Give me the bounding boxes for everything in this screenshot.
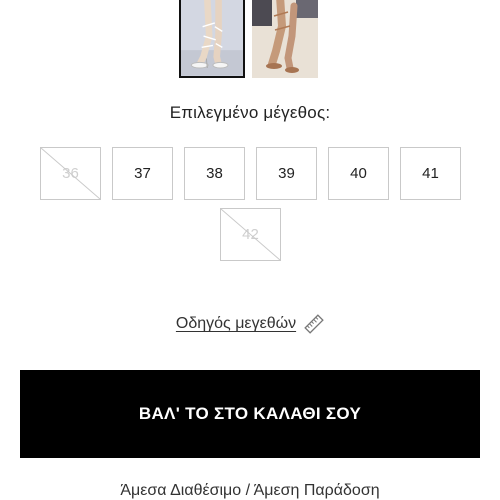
product-thumbnail-selected[interactable]	[179, 0, 245, 78]
size-guide-link[interactable]: Οδηγός μεγεθών	[176, 315, 296, 333]
product-thumbnail[interactable]	[252, 0, 318, 78]
thumbnail-strip	[0, 0, 500, 80]
ruler-icon[interactable]	[304, 314, 324, 334]
size-option-label: 36	[62, 165, 79, 182]
size-option-39[interactable]: 39	[256, 147, 317, 200]
add-to-cart-button[interactable]: ΒΑΛ' ΤΟ ΣΤΟ ΚΑΛΑΘΙ ΣΟΥ	[20, 370, 480, 458]
product-page: Επιλεγμένο μέγεθος: 36 37 38 39 40 41 42 Οδηγό…	[0, 0, 500, 500]
size-option-42[interactable]: 42	[220, 208, 281, 261]
selected-size-label: Επιλεγμένο μέγεθος:	[169, 103, 331, 122]
size-option-label: 41	[422, 165, 439, 182]
size-option-41[interactable]: 41	[400, 147, 461, 200]
size-option-40[interactable]: 40	[328, 147, 389, 200]
size-option-label: 42	[242, 226, 259, 243]
size-option-label: 38	[206, 165, 223, 182]
sandal-photo-nude-icon	[252, 0, 318, 78]
size-option-label: 40	[350, 165, 367, 182]
size-option-label: 37	[134, 165, 151, 182]
size-option-38[interactable]: 38	[184, 147, 245, 200]
size-option-label: 39	[278, 165, 295, 182]
size-option-37[interactable]: 37	[112, 147, 173, 200]
size-guide: Οδηγός μεγεθών	[0, 314, 500, 334]
availability-status: Άμεσα Διαθέσιμο / Άμεση Παράδοση	[120, 482, 380, 499]
sandal-photo-white-icon	[181, 0, 243, 76]
size-option-36[interactable]: 36	[40, 147, 101, 200]
